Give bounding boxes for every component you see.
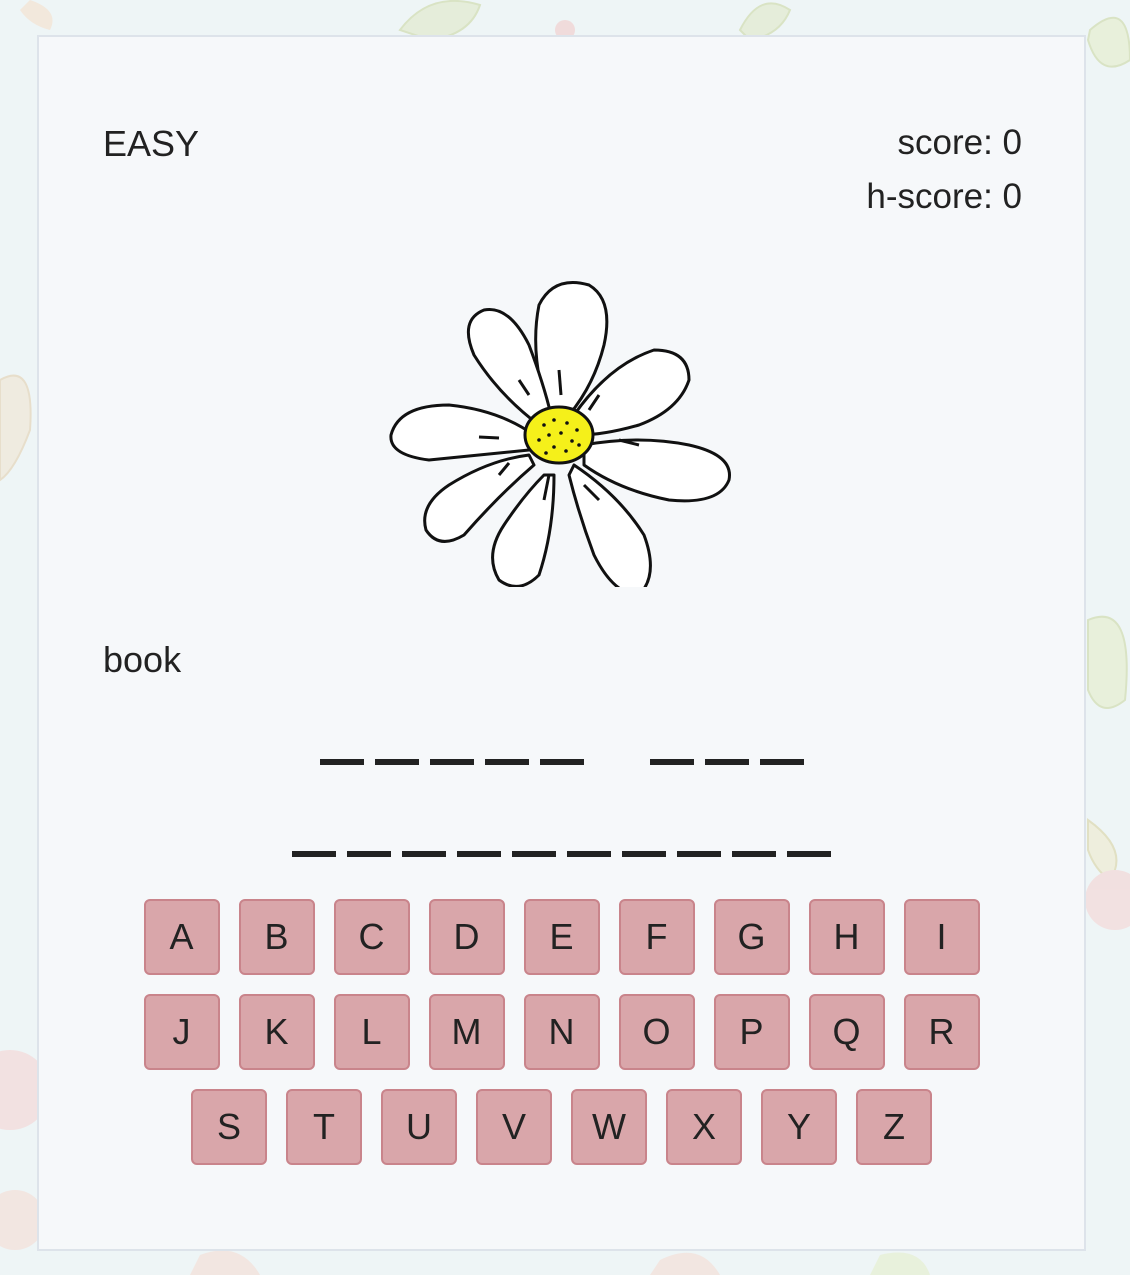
letter-blank	[759, 759, 804, 765]
letter-blank	[677, 851, 721, 857]
word-blanks	[319, 759, 584, 765]
key-z[interactable]: Z	[856, 1089, 932, 1165]
daisy-flower-image	[389, 281, 731, 587]
score-display: score: 0	[897, 123, 1023, 162]
letter-blank	[622, 851, 666, 857]
letter-blank	[484, 759, 529, 765]
key-g[interactable]: G	[713, 899, 790, 975]
key-a[interactable]: A	[143, 899, 220, 975]
letter-blank	[732, 851, 776, 857]
game-card: EASY score: 0 h-score: 0 book A B C D E …	[37, 35, 1086, 1251]
keyboard-row-3: S T U V W X Y Z	[39, 1089, 1084, 1165]
letter-blank	[347, 851, 391, 857]
hint-text: book	[103, 639, 182, 680]
key-q[interactable]: Q	[808, 994, 885, 1070]
key-c[interactable]: C	[333, 899, 410, 975]
key-b[interactable]: B	[238, 899, 315, 975]
letter-blank	[319, 759, 364, 765]
word-blanks	[292, 851, 831, 857]
key-h[interactable]: H	[808, 899, 885, 975]
letter-blank	[567, 851, 611, 857]
letter-blank	[457, 851, 501, 857]
letter-blank	[402, 851, 446, 857]
key-j[interactable]: J	[143, 994, 220, 1070]
key-p[interactable]: P	[713, 994, 790, 1070]
key-e[interactable]: E	[523, 899, 600, 975]
word-blanks	[649, 759, 804, 765]
key-x[interactable]: X	[666, 1089, 742, 1165]
letter-blank	[704, 759, 749, 765]
letter-keyboard: A B C D E F G H I J K L M N O P Q R S T …	[39, 899, 1084, 1184]
letter-blank	[374, 759, 419, 765]
key-r[interactable]: R	[903, 994, 980, 1070]
keyboard-row-2: J K L M N O P Q R	[39, 994, 1084, 1070]
key-w[interactable]: W	[571, 1089, 647, 1165]
difficulty-label: EASY	[103, 123, 200, 164]
keyboard-row-1: A B C D E F G H I	[39, 899, 1084, 975]
key-k[interactable]: K	[238, 994, 315, 1070]
key-s[interactable]: S	[191, 1089, 267, 1165]
high-score-display: h-score: 0	[866, 177, 1022, 216]
key-i[interactable]: I	[903, 899, 980, 975]
key-n[interactable]: N	[523, 994, 600, 1070]
letter-blank	[539, 759, 584, 765]
letter-blank	[292, 851, 336, 857]
key-m[interactable]: M	[428, 994, 505, 1070]
letter-blank	[649, 759, 694, 765]
key-v[interactable]: V	[476, 1089, 552, 1165]
letter-blank	[429, 759, 474, 765]
puzzle-row-2	[39, 851, 1084, 857]
key-y[interactable]: Y	[761, 1089, 837, 1165]
key-t[interactable]: T	[286, 1089, 362, 1165]
key-f[interactable]: F	[618, 899, 695, 975]
puzzle-row-1	[39, 759, 1084, 765]
letter-blank	[787, 851, 831, 857]
key-l[interactable]: L	[333, 994, 410, 1070]
letter-blank	[512, 851, 556, 857]
key-u[interactable]: U	[381, 1089, 457, 1165]
key-o[interactable]: O	[618, 994, 695, 1070]
key-d[interactable]: D	[428, 899, 505, 975]
